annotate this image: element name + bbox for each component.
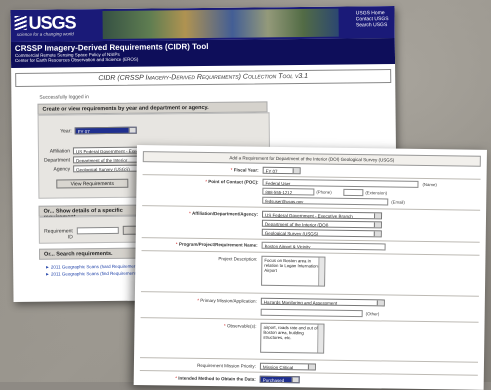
affiliation-label: Affiliation [49, 148, 70, 155]
usgs-header-links: USGS Home Contact USGS Search USGS [356, 10, 389, 28]
year-label: Year: [60, 128, 72, 135]
row-divider [140, 291, 479, 297]
agency-select[interactable]: Geological Survey (USGS) [261, 228, 382, 238]
collection-tool-title: CIDR (CRSSP Imagery-Derived Requirements… [15, 69, 392, 87]
tool-title-bar: CRSSP Imagery-Derived Requirements (CIDR… [10, 37, 396, 69]
department-select[interactable]: Department of the Interior (DOI) [261, 219, 382, 229]
agency-select[interactable]: Geological Survey (USGS) [73, 164, 144, 173]
requirement-id-input[interactable] [76, 226, 119, 235]
department-select[interactable]: Department of the Interior [73, 155, 144, 164]
login-status: Successfully logged in [39, 94, 89, 101]
mission-other-input[interactable] [260, 308, 363, 318]
usgs-waves-icon [14, 15, 27, 30]
chevron-down-icon [128, 127, 136, 133]
add-requirement-window: Add a Requirement for Department of the … [133, 145, 487, 390]
add-requirement-title: Add a Requirement for Department of the … [142, 151, 481, 167]
poc-label: * Point of Contact (POC): [205, 178, 259, 185]
view-requirements-button[interactable]: View Requirements [56, 178, 129, 189]
chevron-down-icon [376, 300, 384, 306]
program-name-input[interactable]: Boston Airport & Vicinity [261, 241, 386, 251]
banner-photo-strip [102, 8, 339, 40]
geographic-scans-link-2[interactable]: ► 2011 Geographic Scans (find Requiremen… [45, 271, 139, 277]
mission-select[interactable]: Hazards Monitoring and Assessment [260, 297, 385, 307]
project-description-textarea[interactable]: Focus on Boston area in relation to Loga… [261, 255, 326, 287]
poc-name-hint: (Name) [422, 181, 437, 188]
priority-label: Requirement Mission Priority: [197, 362, 256, 369]
program-label: * Program/Project/Requirement Name: [175, 241, 258, 248]
fiscal-year-label: * Fiscal Year: [230, 167, 259, 173]
usgs-tagline: science for a changing world [16, 31, 74, 37]
intended-method-label: * Intended Method to Obtain the Data: [175, 375, 256, 382]
observables-textarea[interactable]: airport, roads rate and out of Boston ar… [260, 322, 325, 354]
project-description-label: Project Description: [218, 256, 258, 262]
intended-method-select[interactable]: Purchased [259, 375, 300, 384]
chevron-down-icon [373, 213, 382, 219]
chevron-down-icon [373, 231, 381, 237]
poc-phone-hint: (Phone) [316, 189, 332, 195]
usgs-header-banner: USGS science for a changing world USGS H… [10, 5, 395, 43]
poc-name-input[interactable]: Federal User [262, 178, 419, 188]
search-usgs-link[interactable]: Search USGS [356, 22, 389, 28]
mission-other-hint: (Other) [365, 311, 380, 317]
year-select[interactable]: FY 07 [74, 126, 137, 135]
poc-extension-hint: (Extension) [365, 190, 388, 196]
chevron-down-icon [292, 168, 300, 174]
fiscal-year-select[interactable]: FY 07 [262, 166, 301, 175]
poc-email-hint: (Email) [391, 199, 405, 205]
search-section-header: Or... Search requirements. [38, 247, 152, 260]
poc-email-input[interactable]: fedsuser@usgs.gov [262, 196, 389, 206]
affiliation-label: * Affiliation/Department/Agency: [188, 210, 259, 217]
mission-label: * Primary Mission/Application: [197, 297, 257, 304]
priority-select[interactable]: Mission Critical [259, 362, 316, 371]
affiliation-select[interactable]: US Federal Government - Executive Branch [261, 210, 383, 220]
scrollbar[interactable] [317, 324, 324, 353]
requirement-id-label: Requirement ID [44, 228, 73, 241]
chevron-down-icon [373, 222, 381, 228]
observables-label: * Observable(s): [223, 323, 257, 329]
chevron-down-icon [307, 364, 315, 370]
department-label: Department [43, 157, 71, 164]
scrollbar[interactable] [318, 257, 325, 286]
geographic-scans-link-1[interactable]: ► 2011 Geographic Scans (hard Requiremen… [45, 264, 141, 270]
agency-label: Agency [53, 166, 71, 173]
poc-extension-input[interactable] [343, 188, 364, 197]
poc-phone-input[interactable]: 888-555-1212 [262, 187, 315, 196]
